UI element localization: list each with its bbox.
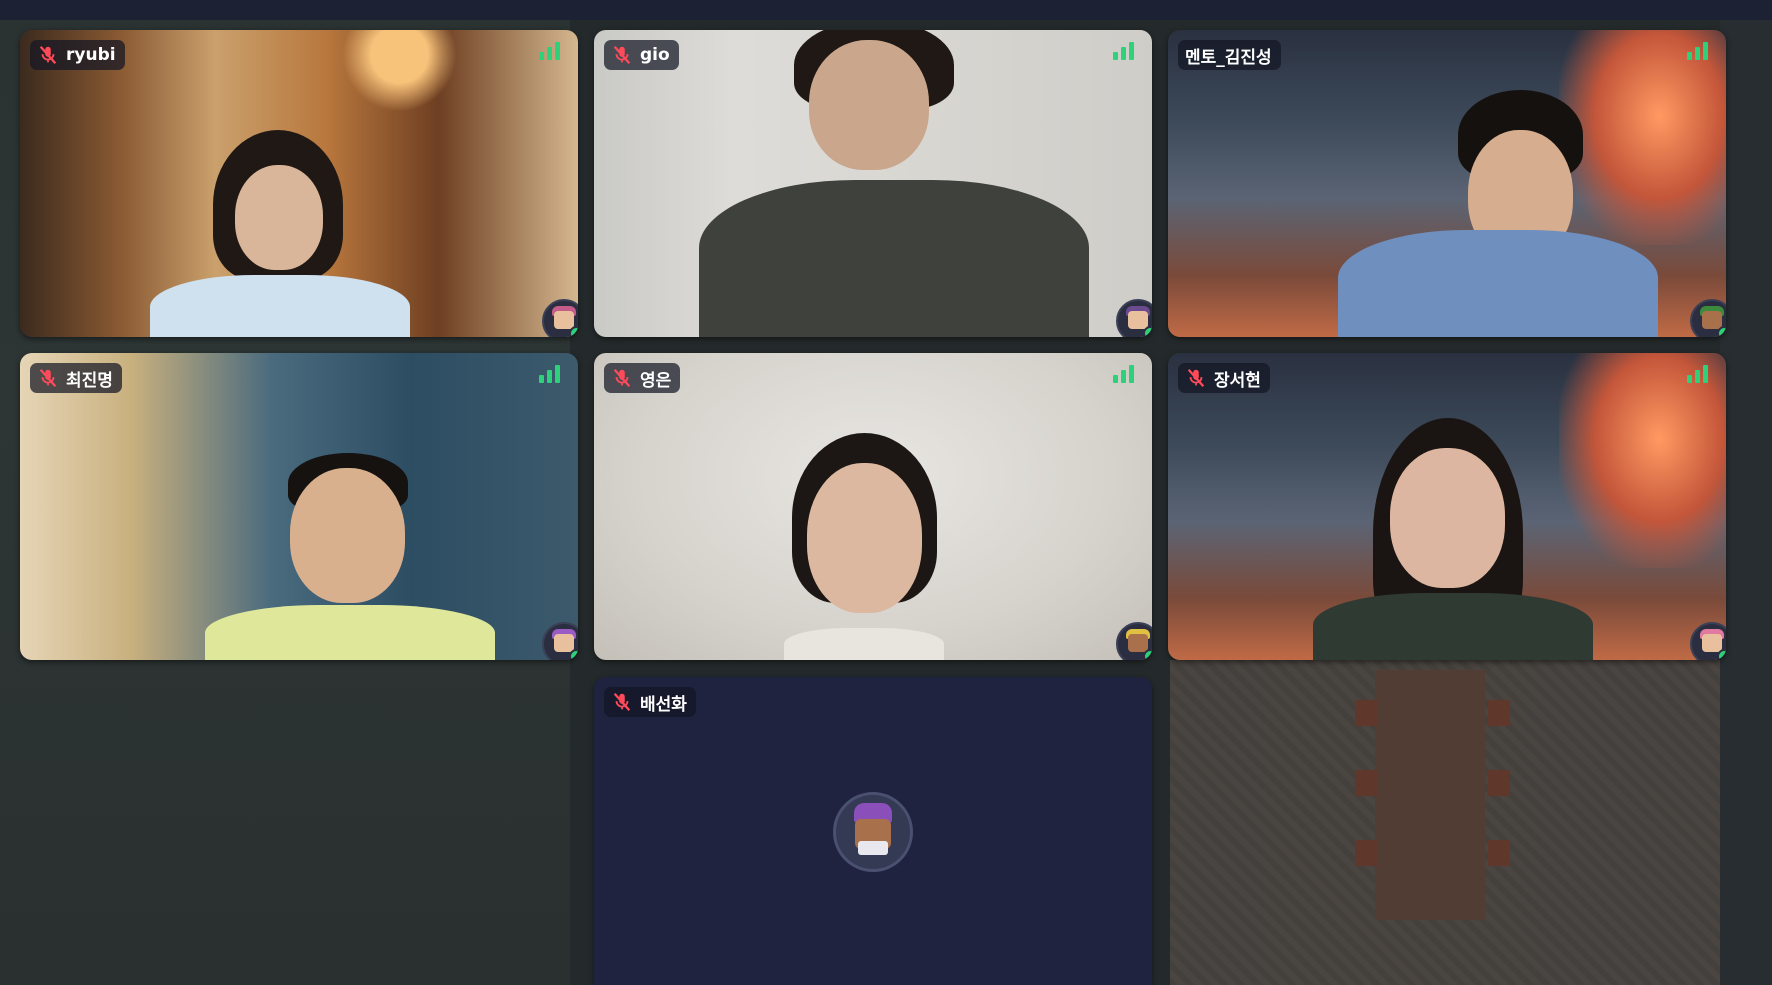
- online-status-icon: [1143, 649, 1152, 660]
- mic-off-icon: [1187, 368, 1205, 388]
- name-badge: 멘토_김진성: [1178, 40, 1281, 70]
- name-badge: 배선화: [604, 687, 696, 717]
- participant-name: 영은: [640, 370, 672, 391]
- online-status-icon: [1717, 326, 1726, 337]
- avatar[interactable]: [1116, 622, 1152, 660]
- map-chair: [1355, 840, 1377, 866]
- signal-bars-icon: [1687, 365, 1708, 383]
- online-status-icon: [569, 649, 578, 660]
- mic-off-icon: [39, 45, 57, 65]
- avatar[interactable]: [542, 299, 578, 337]
- mic-off-icon: [613, 45, 631, 65]
- video-tile-mentor[interactable]: 멘토_김진성: [1168, 30, 1726, 337]
- map-chair: [1488, 770, 1510, 796]
- name-badge: 장서현: [1178, 363, 1270, 393]
- map-chair: [1355, 700, 1377, 726]
- top-bar: [0, 0, 1772, 20]
- signal-bars-icon: [1113, 42, 1134, 60]
- avatar[interactable]: [542, 622, 578, 660]
- map-chair: [1355, 770, 1377, 796]
- participant-name: 멘토_김진성: [1185, 47, 1272, 68]
- map-chair: [1488, 700, 1510, 726]
- name-badge: gio: [604, 40, 679, 70]
- avatar[interactable]: [1690, 299, 1726, 337]
- video-tile-jang[interactable]: 장서현: [1168, 353, 1726, 660]
- video-tile-choi[interactable]: 최진명: [20, 353, 578, 660]
- online-status-icon: [569, 326, 578, 337]
- participant-name: 장서현: [1214, 370, 1261, 391]
- signal-bars-icon: [1113, 365, 1134, 383]
- map-chair: [1488, 840, 1510, 866]
- participant-name: 배선화: [640, 694, 687, 715]
- mic-off-icon: [39, 368, 57, 388]
- online-status-icon: [1143, 326, 1152, 337]
- name-badge: 최진명: [30, 363, 122, 393]
- signal-bars-icon: [539, 42, 560, 60]
- map-background-right: [1170, 660, 1772, 985]
- video-tile-youngeun[interactable]: 영은: [594, 353, 1152, 660]
- participant-name: gio: [640, 45, 670, 65]
- avatar[interactable]: [1116, 299, 1152, 337]
- name-badge: ryubi: [30, 40, 125, 70]
- participant-name: ryubi: [66, 45, 116, 65]
- signal-bars-icon: [1687, 42, 1708, 60]
- video-tile-ryubi[interactable]: ryubi: [20, 30, 578, 337]
- avatar[interactable]: [833, 792, 913, 872]
- online-status-icon: [1717, 649, 1726, 660]
- signal-bars-icon: [539, 365, 560, 383]
- mic-off-icon: [613, 692, 631, 712]
- video-tile-gio[interactable]: gio: [594, 30, 1152, 337]
- avatar[interactable]: [1690, 622, 1726, 660]
- map-edge: [1720, 20, 1772, 985]
- map-table: [1375, 670, 1485, 920]
- name-badge: 영은: [604, 363, 681, 393]
- mic-off-icon: [613, 368, 631, 388]
- video-tile-bae[interactable]: 배선화: [594, 677, 1152, 985]
- participant-name: 최진명: [66, 370, 113, 391]
